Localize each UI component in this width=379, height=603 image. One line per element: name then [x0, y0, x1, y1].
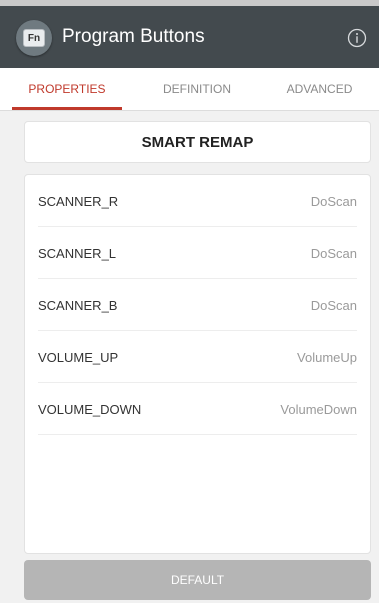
- tab-definition[interactable]: DEFINITION: [134, 68, 260, 110]
- mapping-row-volume-up[interactable]: VOLUME_UP VolumeUp: [38, 331, 357, 383]
- tab-properties[interactable]: PROPERTIES: [0, 68, 134, 110]
- fn-key-icon: Fn: [16, 20, 52, 56]
- mapping-key: SCANNER_L: [38, 246, 117, 261]
- mapping-value: DoScan: [310, 246, 357, 261]
- tabs-divider: [0, 110, 379, 111]
- smart-remap-button[interactable]: SMART REMAP: [24, 121, 371, 163]
- mapping-key: SCANNER_R: [38, 194, 119, 209]
- info-icon[interactable]: [347, 28, 367, 48]
- mapping-list: SCANNER_R DoScan SCANNER_L DoScan SCANNE…: [24, 174, 371, 554]
- mapping-key: VOLUME_UP: [38, 350, 119, 365]
- mapping-value: VolumeUp: [297, 350, 357, 365]
- mapping-row-scanner-b[interactable]: SCANNER_B DoScan: [38, 279, 357, 331]
- mapping-row-scanner-r[interactable]: SCANNER_R DoScan: [38, 175, 357, 227]
- app-bar: Fn Program Buttons: [0, 6, 379, 68]
- tab-bar: PROPERTIES DEFINITION ADVANCED: [0, 68, 379, 110]
- tab-advanced[interactable]: ADVANCED: [260, 68, 379, 110]
- mapping-value: DoScan: [310, 298, 357, 313]
- mapping-row-volume-down[interactable]: VOLUME_DOWN VolumeDown: [38, 383, 357, 435]
- app-title: Program Buttons: [62, 26, 205, 47]
- default-button[interactable]: DEFAULT: [24, 560, 371, 600]
- mapping-value: DoScan: [310, 194, 357, 209]
- mapping-value: VolumeDown: [280, 402, 357, 417]
- mapping-row-scanner-l[interactable]: SCANNER_L DoScan: [38, 227, 357, 279]
- fn-key-label: Fn: [23, 29, 45, 47]
- mapping-key: VOLUME_DOWN: [38, 402, 142, 417]
- mapping-key: SCANNER_B: [38, 298, 118, 313]
